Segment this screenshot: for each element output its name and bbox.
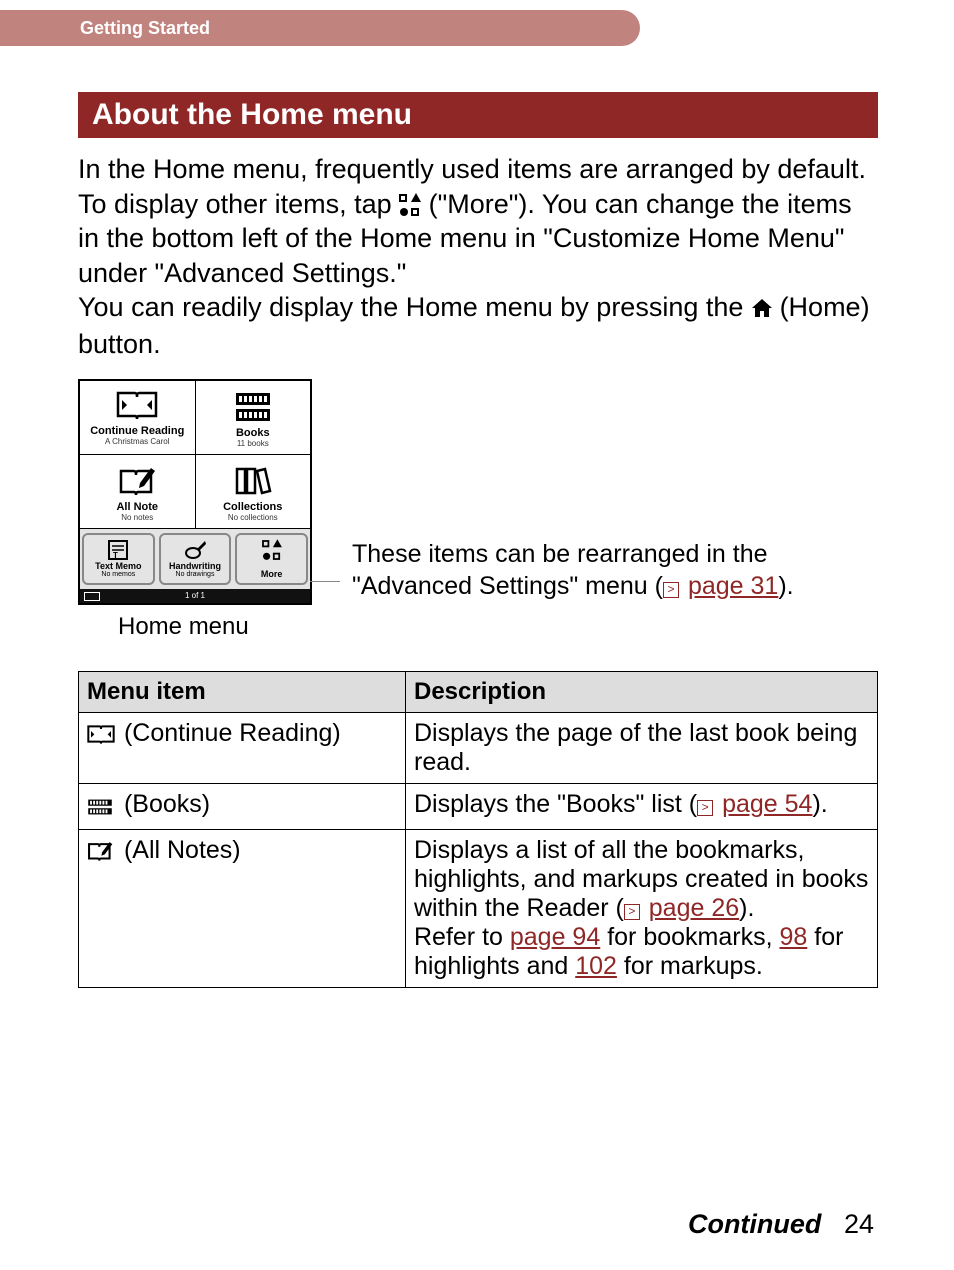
- page-number: 24: [844, 1209, 874, 1239]
- device-sub: No collections: [200, 513, 307, 522]
- table-cell-desc: Displays the page of the last book being…: [406, 713, 878, 784]
- desc-part-c: Refer to: [414, 923, 510, 951]
- device-status-bar: 1 of 1: [80, 589, 310, 603]
- device-sub: No drawings: [163, 571, 228, 578]
- desc-part-b: ).: [812, 790, 827, 818]
- callout-text: These items can be rearranged in the "Ad…: [352, 539, 878, 602]
- continue-reading-icon: [87, 723, 113, 752]
- page-link[interactable]: page 94: [510, 923, 600, 951]
- intro-paragraph: In the Home menu, frequently used items …: [78, 152, 878, 361]
- device-sub: No memos: [86, 571, 151, 578]
- device-status-text: 1 of 1: [185, 591, 205, 600]
- svg-text:T: T: [113, 551, 118, 560]
- device-sub: No notes: [84, 513, 191, 522]
- device-more: More: [235, 533, 308, 585]
- device-handwriting: Handwriting No drawings: [159, 533, 232, 585]
- device-label: All Note: [84, 501, 191, 513]
- device-label: Handwriting: [163, 561, 228, 571]
- figure-caption: Home menu: [118, 613, 312, 641]
- table-cell-menu: (All Notes): [79, 830, 406, 988]
- device-label: Continue Reading: [84, 425, 191, 437]
- callout-part-b: ).: [778, 572, 793, 600]
- table-cell-menu: (Books): [79, 784, 406, 830]
- table-cell-menu: (Continue Reading): [79, 713, 406, 784]
- desc-part-a: Displays a list of all the bookmarks, hi…: [414, 836, 868, 922]
- device-continue-reading: Continue Reading A Christmas Carol: [80, 381, 196, 454]
- table-cell-label: (Continue Reading): [117, 719, 341, 747]
- section-title: About the Home menu: [78, 92, 878, 138]
- table-header-menu-item: Menu item: [79, 672, 406, 713]
- home-menu-mock: Continue Reading A Christmas Carol Books…: [78, 379, 312, 605]
- desc-part-d: for bookmarks,: [600, 923, 779, 951]
- device-sub: A Christmas Carol: [84, 437, 191, 446]
- device-sub: 11 books: [200, 439, 307, 448]
- more-icon: [399, 194, 421, 216]
- device-books: Books 11 books: [196, 381, 311, 454]
- device-text-memo: T Text Memo No memos: [82, 533, 155, 585]
- breadcrumb: Getting Started: [80, 18, 210, 39]
- breadcrumb-bar: Getting Started: [0, 10, 640, 46]
- device-label: Books: [200, 427, 307, 439]
- battery-icon: [84, 592, 100, 601]
- intro-text-2a: You can readily display the Home menu by…: [78, 292, 751, 322]
- table-row: (All Notes) Displays a list of all the b…: [79, 830, 878, 988]
- table-cell-label: (All Notes): [117, 836, 241, 864]
- table-cell-label: (Books): [117, 790, 210, 818]
- page-link[interactable]: page 54: [722, 790, 812, 818]
- table-cell-desc: Displays the "Books" list (> page 54).: [406, 784, 878, 830]
- device-all-note: All Note No notes: [80, 455, 196, 528]
- books-icon: [87, 794, 113, 823]
- desc-part-a: Displays the "Books" list (: [414, 790, 697, 818]
- page-ref-icon: >: [697, 800, 713, 816]
- all-notes-icon: [87, 840, 113, 869]
- device-label: More: [239, 569, 304, 579]
- callout-link[interactable]: page 31: [688, 572, 778, 600]
- table-row: (Books) Displays the "Books" list (> pag…: [79, 784, 878, 830]
- page-ref-icon: >: [663, 582, 679, 598]
- desc-part-b: ).: [739, 894, 754, 922]
- menu-item-table: Menu item Description (Continue Reading)…: [78, 671, 878, 988]
- continued-label: Continued: [688, 1209, 821, 1239]
- device-label: Text Memo: [86, 561, 151, 571]
- page-ref-icon: >: [624, 904, 640, 920]
- page-link[interactable]: 102: [575, 952, 617, 980]
- page-footer: Continued 24: [688, 1209, 874, 1240]
- home-icon: [751, 297, 780, 324]
- callout-connector-line: [310, 581, 340, 582]
- table-row: (Continue Reading) Displays the page of …: [79, 713, 878, 784]
- page-link[interactable]: 98: [779, 923, 807, 951]
- page-link[interactable]: page 26: [649, 894, 739, 922]
- device-collections: Collections No collections: [196, 455, 311, 528]
- table-header-description: Description: [406, 672, 878, 713]
- desc-part-f: for markups.: [617, 952, 763, 980]
- device-label: Collections: [200, 501, 307, 513]
- table-cell-desc: Displays a list of all the bookmarks, hi…: [406, 830, 878, 988]
